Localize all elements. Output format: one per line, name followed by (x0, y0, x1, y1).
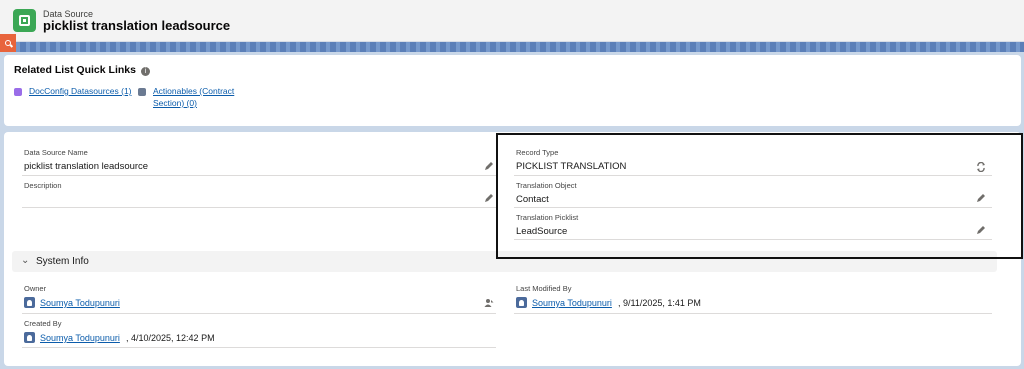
owner-link[interactable]: Soumya Todupunuri (40, 298, 120, 308)
created-by-label: Created By (24, 319, 62, 328)
field-divider (22, 347, 496, 348)
field-divider (514, 313, 992, 314)
actionables-link-line2[interactable]: Section) (0) (153, 97, 197, 110)
record-type-value: PICKLIST TRANSLATION (516, 161, 627, 172)
system-info-title: System Info (36, 256, 89, 267)
edit-translation-picklist-icon[interactable] (976, 225, 986, 235)
field-divider (22, 207, 496, 208)
field-divider (514, 175, 992, 176)
change-record-type-icon[interactable] (976, 162, 986, 172)
owner-label: Owner (24, 284, 47, 293)
edit-description-icon[interactable] (484, 193, 494, 203)
last-modified-date: , 9/11/2025, 1:41 PM (618, 298, 701, 308)
related-list-title: Related List Quick Links (14, 64, 136, 76)
record-title: picklist translation leadsource (43, 18, 231, 33)
created-by-avatar (24, 332, 35, 343)
data-source-object-icon (13, 9, 36, 32)
header-band (0, 42, 1024, 52)
field-divider (514, 239, 992, 240)
translation-object-label: Translation Object (516, 181, 577, 190)
info-icon[interactable]: i (141, 67, 150, 76)
last-modified-by-avatar (516, 297, 527, 308)
field-divider (22, 175, 496, 176)
owner-avatar (24, 297, 35, 308)
docconfig-icon (14, 88, 22, 96)
system-info-section-header[interactable]: ⌄ System Info (12, 251, 997, 272)
related-list-quick-links-card: Related List Quick Links i DocConfig Dat… (4, 55, 1021, 126)
record-type-label: Record Type (516, 148, 559, 157)
last-modified-by-link[interactable]: Soumya Todupunuri (532, 298, 612, 308)
actionables-icon (138, 88, 146, 96)
search-icon (5, 40, 11, 46)
record-header: Data Source picklist translation leadsou… (0, 0, 1024, 42)
data-source-name-value: picklist translation leadsource (24, 161, 149, 172)
record-detail-card (4, 132, 1021, 366)
chevron-down-icon: ⌄ (21, 255, 30, 266)
data-source-name-label: Data Source Name (24, 148, 88, 157)
field-divider (22, 313, 496, 314)
created-date: , 4/10/2025, 12:42 PM (126, 333, 215, 343)
edit-translation-object-icon[interactable] (976, 193, 986, 203)
translation-picklist-value: LeadSource (516, 226, 568, 237)
edit-data-source-name-icon[interactable] (484, 161, 494, 171)
docconfig-datasources-link[interactable]: DocConfig Datasources (1) (29, 85, 132, 98)
last-modified-by-label: Last Modified By (516, 284, 572, 293)
field-divider (514, 207, 992, 208)
description-label: Description (24, 181, 62, 190)
change-owner-icon[interactable] (484, 298, 494, 308)
created-by-link[interactable]: Soumya Todupunuri (40, 333, 120, 343)
translation-object-value: Contact (516, 194, 549, 205)
translation-picklist-label: Translation Picklist (516, 213, 579, 222)
search-utility-tab[interactable] (0, 34, 16, 52)
